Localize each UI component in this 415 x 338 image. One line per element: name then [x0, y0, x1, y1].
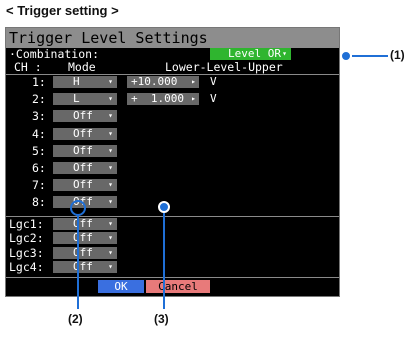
- trigger-level-settings-screen: Trigger Level Settings ·Combination: Lev…: [5, 27, 340, 297]
- channel-mode-value: L: [73, 92, 80, 106]
- channel-level-value: +10.000: [131, 75, 178, 88]
- channel-label: 4:: [32, 126, 46, 141]
- callout-1-label: (1): [390, 48, 405, 62]
- button-divider: [6, 277, 339, 278]
- channel-mode-dropdown[interactable]: H ▾: [53, 76, 117, 88]
- chevron-down-icon: ▾: [108, 128, 113, 138]
- header-mode: Mode: [68, 60, 96, 74]
- logic-mode-dropdown[interactable]: Off ▾: [53, 245, 117, 259]
- chevron-down-icon: ▾: [282, 49, 287, 58]
- channel-level-field[interactable]: + 1.000 ▸: [127, 92, 199, 106]
- channel-mode-value: Off: [73, 178, 93, 192]
- callout-2-marker: [70, 200, 86, 216]
- channel-mode-value: H: [73, 75, 80, 88]
- window-title: Trigger Level Settings: [6, 28, 339, 48]
- channel-mode-dropdown[interactable]: L ▾: [53, 92, 117, 106]
- channel-label: 6:: [32, 161, 46, 175]
- chevron-down-icon: ▾: [108, 233, 113, 243]
- callout-1-marker: [340, 50, 352, 62]
- channel-mode-dropdown[interactable]: Off ▾: [53, 109, 117, 123]
- logic-mode-value: Off: [73, 217, 93, 230]
- chevron-right-icon: ▸: [191, 94, 196, 104]
- header-level: Lower-Level-Upper: [165, 60, 283, 74]
- channel-level-field[interactable]: +10.000 ▸: [127, 76, 199, 88]
- channel-mode-dropdown[interactable]: Off ▾: [53, 126, 117, 140]
- channel-level-unit: V: [210, 92, 217, 106]
- header-ch: CH :: [14, 60, 42, 74]
- channel-mode-value: Off: [73, 161, 93, 174]
- chevron-down-icon: ▾: [108, 111, 113, 121]
- logic-mode-dropdown[interactable]: Off ▾: [53, 231, 117, 245]
- callout-2-line: [77, 216, 79, 309]
- channel-mode-value: Off: [73, 126, 93, 140]
- chevron-down-icon: ▾: [108, 180, 113, 190]
- combination-value: Level OR: [228, 47, 281, 60]
- logic-mode-value: Off: [73, 245, 93, 259]
- chevron-down-icon: ▾: [108, 145, 113, 155]
- channel-mode-value: Off: [73, 143, 93, 157]
- logic-label: Lgc2:: [9, 231, 44, 246]
- ok-button[interactable]: OK: [98, 280, 144, 293]
- channel-level-unit: V: [210, 75, 217, 88]
- chevron-down-icon: ▾: [108, 247, 113, 257]
- logic-label: Lgc4:: [9, 259, 44, 274]
- channel-label: 3:: [32, 109, 46, 124]
- logic-label: Lgc3:: [9, 245, 44, 260]
- chevron-down-icon: ▾: [108, 94, 113, 104]
- channel-label: 1:: [32, 75, 46, 89]
- callout-3-line: [163, 213, 165, 309]
- logic-mode-value: Off: [73, 259, 93, 273]
- chevron-down-icon: ▾: [108, 197, 113, 207]
- cancel-button[interactable]: Cancel: [146, 280, 210, 293]
- section-caption: < Trigger setting >: [6, 3, 119, 18]
- channel-label: 5:: [32, 143, 46, 158]
- channel-mode-value: Off: [73, 109, 93, 123]
- chevron-down-icon: ▾: [108, 219, 113, 228]
- combination-dropdown[interactable]: Level OR ▾: [210, 48, 291, 60]
- logic-mode-dropdown[interactable]: Off ▾: [53, 259, 117, 273]
- callout-3-marker: [158, 201, 170, 213]
- chevron-down-icon: ▾: [108, 77, 113, 86]
- callout-1-line: [352, 55, 388, 57]
- logic-divider: [6, 216, 339, 217]
- channel-level-value: + 1.000: [131, 92, 184, 106]
- channel-mode-dropdown[interactable]: Off ▾: [53, 162, 117, 174]
- chevron-down-icon: ▾: [108, 261, 113, 271]
- logic-mode-value: Off: [73, 231, 93, 245]
- chevron-right-icon: ▸: [191, 77, 196, 86]
- callout-3-label: (3): [154, 312, 169, 326]
- channel-label: 7:: [32, 178, 46, 193]
- channel-mode-dropdown[interactable]: Off ▾: [53, 143, 117, 157]
- channel-mode-dropdown[interactable]: Off ▾: [53, 178, 117, 192]
- channel-label: 2:: [32, 92, 46, 107]
- chevron-down-icon: ▾: [108, 163, 113, 172]
- logic-mode-dropdown[interactable]: Off ▾: [53, 218, 117, 230]
- callout-2-label: (2): [68, 312, 83, 326]
- channel-label: 8:: [32, 195, 46, 210]
- logic-label: Lgc1:: [9, 217, 44, 231]
